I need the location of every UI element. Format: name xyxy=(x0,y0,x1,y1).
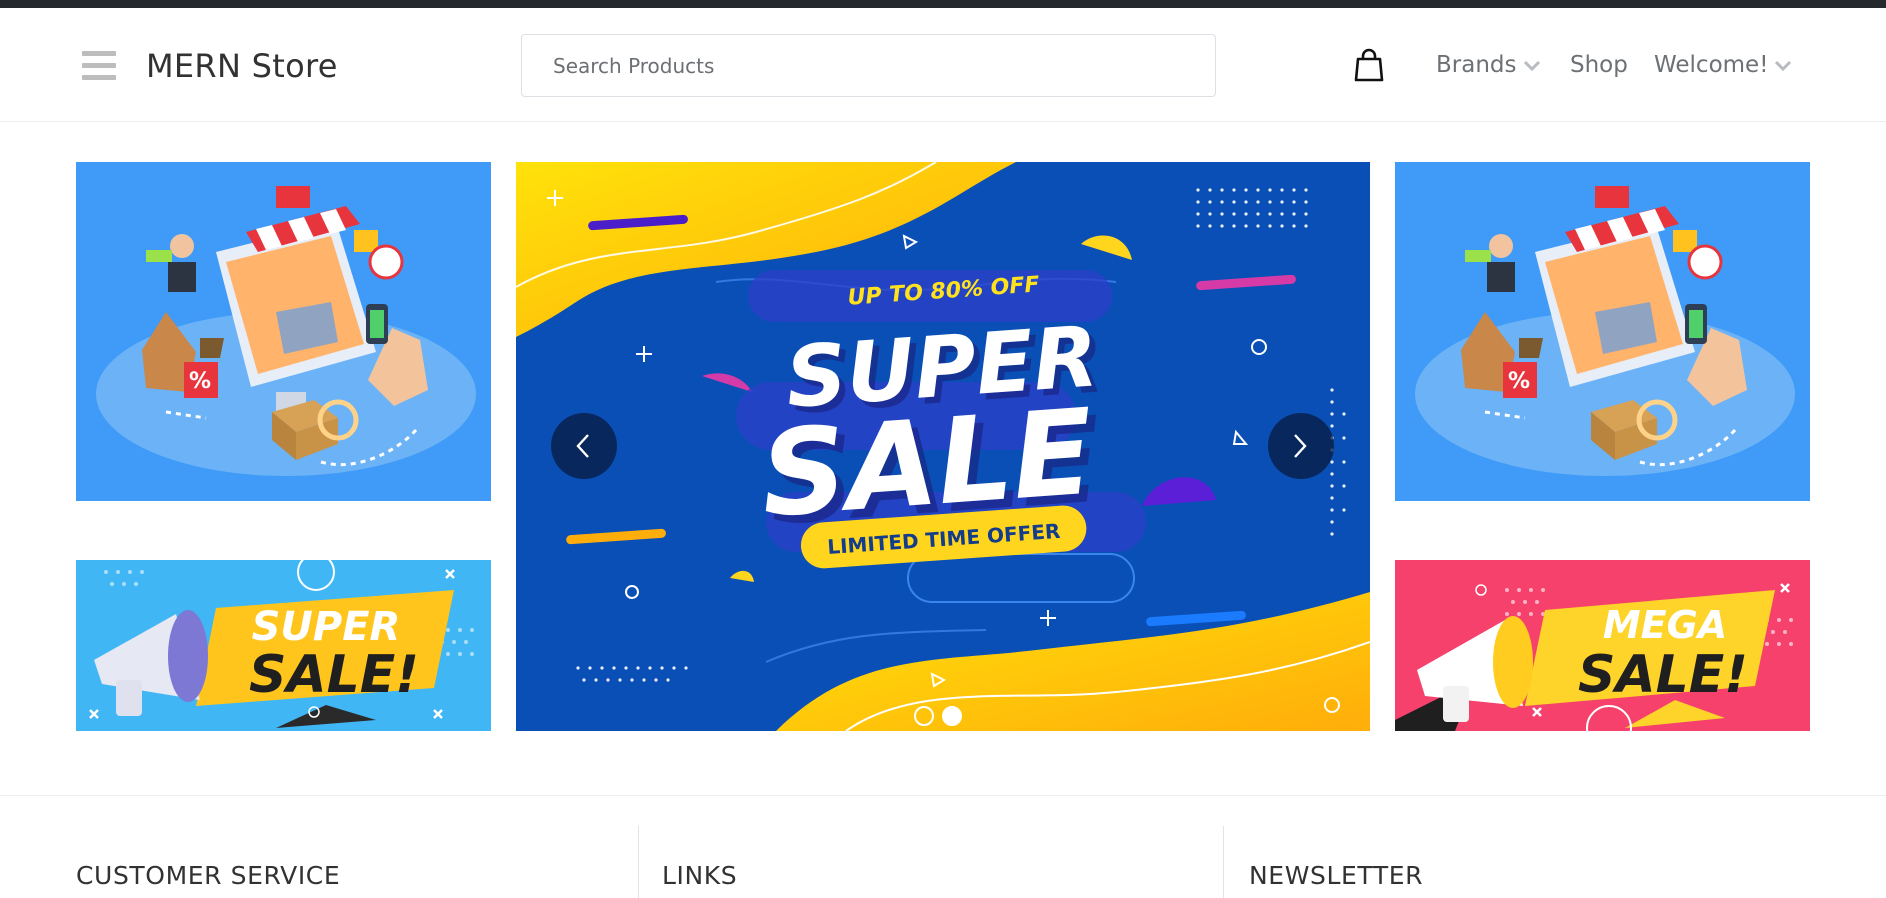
brand-logo[interactable]: MERN Store xyxy=(146,46,338,86)
nav-welcome[interactable]: Welcome! xyxy=(1654,50,1792,80)
footer-divider xyxy=(638,826,639,898)
left-banner-line2: SALE! xyxy=(249,645,419,705)
chevron-left-icon xyxy=(576,434,589,458)
footer-divider xyxy=(1223,826,1224,898)
nav-shop[interactable]: Shop xyxy=(1570,50,1628,80)
right-banner-line2: SALE! xyxy=(1578,645,1748,705)
site-footer: CUSTOMER SERVICE LINKS NEWSLETTER xyxy=(0,795,1886,898)
chevron-right-icon xyxy=(1294,434,1307,458)
carousel-next-button[interactable] xyxy=(1268,413,1334,479)
mega-sale-banner-right[interactable]: MEGA SALE! xyxy=(1395,560,1810,731)
carousel-dot-2[interactable] xyxy=(942,706,962,726)
nav-welcome-label: Welcome! xyxy=(1654,52,1769,78)
left-banner-line1: SUPER xyxy=(252,604,401,650)
hero-carousel[interactable]: UP TO 80% OFF SUPER SUPER SALE SALE LIMI… xyxy=(516,162,1370,731)
chevron-down-icon xyxy=(1775,60,1792,71)
store-illustration-right[interactable]: % xyxy=(1395,162,1810,501)
nav-brands[interactable]: Brands xyxy=(1436,50,1541,80)
footer-heading-customer-service: CUSTOMER SERVICE xyxy=(76,861,341,890)
top-strip xyxy=(0,0,1886,8)
footer-heading-links: LINKS xyxy=(662,861,738,890)
nav-brands-label: Brands xyxy=(1436,52,1517,78)
search-box[interactable] xyxy=(521,34,1216,97)
right-banner-line1: MEGA xyxy=(1603,603,1727,647)
shopping-bag-icon[interactable] xyxy=(1354,48,1384,82)
chevron-down-icon xyxy=(1523,60,1540,71)
svg-text:%: % xyxy=(189,369,211,394)
nav-shop-label: Shop xyxy=(1570,52,1628,78)
hamburger-menu-icon[interactable] xyxy=(82,51,116,81)
carousel-prev-button[interactable] xyxy=(551,413,617,479)
svg-text:%: % xyxy=(1508,369,1530,394)
carousel-dot-1[interactable] xyxy=(914,706,934,726)
super-sale-banner-left[interactable]: SUPER SALE! xyxy=(76,560,491,731)
store-illustration-left[interactable]: % xyxy=(76,162,491,501)
search-input[interactable] xyxy=(522,35,1215,96)
footer-heading-newsletter: NEWSLETTER xyxy=(1249,861,1424,890)
site-header: MERN Store Brands Shop Welcome! xyxy=(0,8,1886,122)
